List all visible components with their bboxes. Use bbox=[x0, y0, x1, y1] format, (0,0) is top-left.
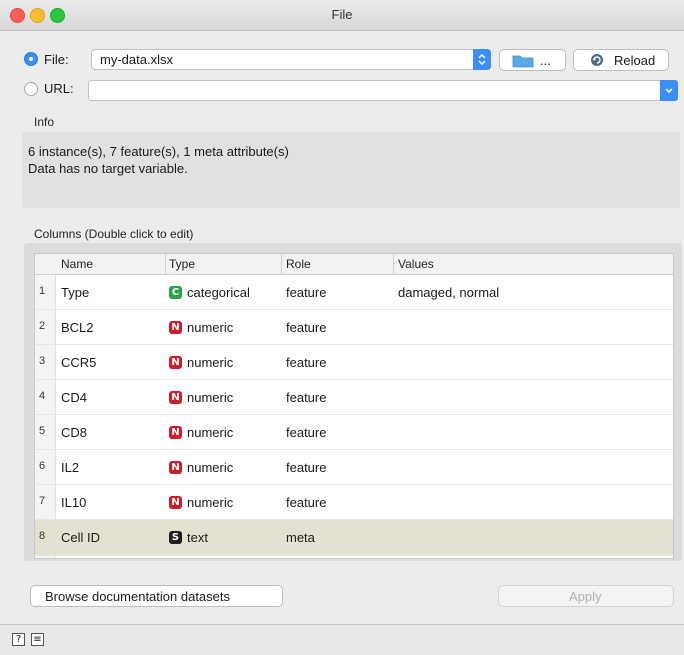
browse-documentation-datasets-button[interactable]: Browse documentation datasets bbox=[30, 585, 283, 607]
table-row[interactable]: 3 CCR5 N numeric feature bbox=[35, 345, 673, 380]
cell-name[interactable]: IL10 bbox=[61, 495, 86, 510]
browse-file-button[interactable]: ... bbox=[499, 49, 566, 71]
header-values[interactable]: Values bbox=[398, 257, 434, 271]
numeric-type-icon: N bbox=[169, 496, 182, 509]
updown-arrow-icon bbox=[473, 49, 491, 70]
cell-name[interactable]: CD8 bbox=[61, 425, 87, 440]
cell-type[interactable]: numeric bbox=[187, 495, 233, 510]
cell-type[interactable]: numeric bbox=[187, 460, 233, 475]
info-box: 6 instance(s), 7 feature(s), 1 meta attr… bbox=[22, 132, 680, 208]
categorical-type-icon: C bbox=[169, 286, 182, 299]
cell-role[interactable]: meta bbox=[286, 530, 315, 545]
cell-name[interactable]: Type bbox=[61, 285, 89, 300]
columns-section-label: Columns (Double click to edit) bbox=[34, 227, 194, 241]
cell-type[interactable]: categorical bbox=[187, 285, 250, 300]
reload-button[interactable]: Reload bbox=[573, 49, 669, 71]
row-number: 6 bbox=[39, 460, 46, 472]
file-widget-window: File File: my-data.xlsx ... Reload URL: … bbox=[0, 0, 684, 655]
browse-file-label: ... bbox=[540, 53, 551, 68]
row-number: 8 bbox=[39, 530, 46, 542]
browse-documentation-datasets-label: Browse documentation datasets bbox=[45, 589, 230, 604]
table-row[interactable]: 7 IL10 N numeric feature bbox=[35, 485, 673, 520]
table-row[interactable]: 1 Type C categorical feature damaged, no… bbox=[35, 275, 673, 310]
row-number: 4 bbox=[39, 390, 46, 402]
info-section-label: Info bbox=[34, 115, 55, 129]
cell-values[interactable]: damaged, normal bbox=[398, 285, 499, 300]
row-number: 7 bbox=[39, 495, 46, 507]
url-radio[interactable] bbox=[24, 82, 38, 96]
cell-name[interactable]: BCL2 bbox=[61, 320, 94, 335]
table-row-selected[interactable]: 8 Cell ID S text meta bbox=[35, 520, 673, 556]
row-number: 3 bbox=[39, 355, 46, 367]
cell-name[interactable]: IL2 bbox=[61, 460, 79, 475]
cell-role[interactable]: feature bbox=[286, 355, 326, 370]
cell-name[interactable]: Cell ID bbox=[61, 530, 100, 545]
row-number: 2 bbox=[39, 320, 46, 332]
numeric-type-icon: N bbox=[169, 426, 182, 439]
cell-type[interactable]: numeric bbox=[187, 425, 233, 440]
file-radio[interactable] bbox=[24, 52, 38, 66]
numeric-type-icon: N bbox=[169, 321, 182, 334]
apply-button[interactable]: Apply bbox=[498, 585, 674, 607]
reload-label: Reload bbox=[614, 53, 656, 68]
text-type-icon: S bbox=[169, 531, 182, 544]
cell-name[interactable]: CD4 bbox=[61, 390, 87, 405]
url-combo[interactable] bbox=[88, 80, 678, 101]
row-number: 1 bbox=[39, 285, 46, 297]
header-type[interactable]: Type bbox=[169, 257, 195, 271]
table-row[interactable]: 6 IL2 N numeric feature bbox=[35, 450, 673, 485]
columns-panel: Name Type Role Values 1 Type C categoric… bbox=[24, 243, 682, 561]
cell-role[interactable]: feature bbox=[286, 390, 326, 405]
help-icon[interactable]: ? bbox=[12, 633, 25, 646]
window-title: File bbox=[331, 7, 353, 22]
url-label: URL: bbox=[44, 81, 74, 96]
cell-role[interactable]: feature bbox=[286, 460, 326, 475]
cell-role[interactable]: feature bbox=[286, 320, 326, 335]
info-line-1: 6 instance(s), 7 feature(s), 1 meta attr… bbox=[28, 144, 289, 159]
numeric-type-icon: N bbox=[169, 461, 182, 474]
cell-type[interactable]: numeric bbox=[187, 390, 233, 405]
cell-type[interactable]: numeric bbox=[187, 320, 233, 335]
chevron-down-icon bbox=[660, 80, 678, 101]
cell-role[interactable]: feature bbox=[286, 495, 326, 510]
file-combo-value: my-data.xlsx bbox=[100, 52, 173, 67]
header-role[interactable]: Role bbox=[286, 257, 311, 271]
table-row[interactable]: 2 BCL2 N numeric feature bbox=[35, 310, 673, 345]
table-row[interactable]: 5 CD8 N numeric feature bbox=[35, 415, 673, 450]
columns-table-header: Name Type Role Values bbox=[35, 254, 673, 275]
file-combo[interactable]: my-data.xlsx bbox=[91, 49, 491, 70]
reload-icon bbox=[590, 53, 604, 70]
info-line-2: Data has no target variable. bbox=[28, 161, 188, 176]
status-bar: ? ≡ bbox=[0, 624, 684, 655]
cell-role[interactable]: feature bbox=[286, 425, 326, 440]
columns-table[interactable]: Name Type Role Values 1 Type C categoric… bbox=[34, 253, 674, 559]
cell-type[interactable]: text bbox=[187, 530, 208, 545]
header-name[interactable]: Name bbox=[61, 257, 93, 271]
file-label: File: bbox=[44, 52, 69, 67]
numeric-type-icon: N bbox=[169, 391, 182, 404]
cell-role[interactable]: feature bbox=[286, 285, 326, 300]
title-bar: File bbox=[0, 0, 684, 31]
folder-icon bbox=[512, 54, 534, 71]
report-icon[interactable]: ≡ bbox=[31, 633, 44, 646]
cell-name[interactable]: CCR5 bbox=[61, 355, 96, 370]
table-row[interactable]: 4 CD4 N numeric feature bbox=[35, 380, 673, 415]
numeric-type-icon: N bbox=[169, 356, 182, 369]
apply-label: Apply bbox=[569, 589, 602, 604]
row-number: 5 bbox=[39, 425, 46, 437]
cell-type[interactable]: numeric bbox=[187, 355, 233, 370]
